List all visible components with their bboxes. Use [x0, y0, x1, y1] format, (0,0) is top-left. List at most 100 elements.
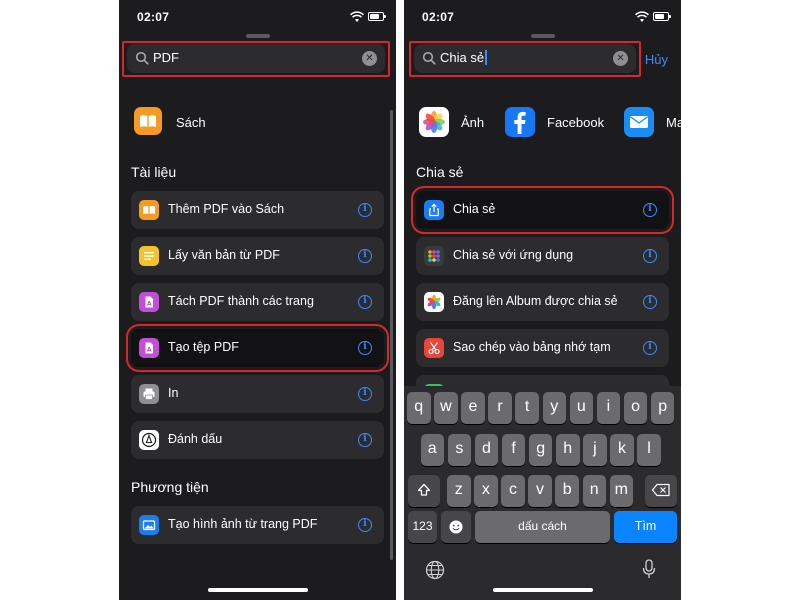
action-label: Tạo hình ảnh từ trang PDF: [168, 517, 318, 531]
key-g[interactable]: g: [528, 434, 553, 466]
key-t[interactable]: t: [515, 392, 539, 424]
key-f[interactable]: f: [501, 434, 526, 466]
key-o[interactable]: o: [623, 392, 648, 424]
key-p[interactable]: p: [650, 392, 675, 424]
key-y[interactable]: y: [542, 392, 566, 424]
search-input[interactable]: PDF ✕: [127, 44, 385, 73]
info-icon[interactable]: i: [358, 203, 372, 217]
key-w[interactable]: w: [434, 392, 458, 424]
key-d[interactable]: d: [474, 434, 499, 466]
action-label: Lấy văn bản từ PDF: [168, 248, 280, 262]
emoji-icon: [449, 520, 463, 534]
key-m[interactable]: m: [609, 475, 634, 507]
images-icon: [139, 515, 159, 535]
action-row-share-with-apps[interactable]: Chia sẻ với ứng dụng i: [416, 237, 669, 275]
clear-search-icon[interactable]: ✕: [613, 51, 628, 66]
sheet-grabber[interactable]: [245, 34, 270, 38]
info-icon[interactable]: i: [643, 249, 657, 263]
scissors-icon: [424, 338, 444, 358]
key-b[interactable]: b: [555, 475, 579, 507]
status-time: 02:07: [422, 10, 455, 24]
action-row-add-pdf-to-books[interactable]: Thêm PDF vào Sách i: [131, 191, 384, 229]
action-row-markup[interactable]: Đánh dấu i: [131, 421, 384, 459]
action-row-make-image-from-pdf[interactable]: Tạo hình ảnh từ trang PDF i: [131, 506, 384, 544]
info-icon[interactable]: i: [643, 341, 657, 355]
info-icon[interactable]: i: [358, 295, 372, 309]
action-label: Sao chép vào bảng nhớ tạm: [453, 340, 611, 354]
sheet-grabber[interactable]: [530, 34, 555, 38]
app-label-books[interactable]: Sách: [176, 115, 206, 130]
search-icon: [422, 51, 436, 65]
app-label-facebook[interactable]: Facebook: [547, 115, 604, 130]
info-icon[interactable]: i: [358, 249, 372, 263]
action-row-print[interactable]: In i: [131, 375, 384, 413]
shift-icon: [417, 483, 431, 496]
backspace-key[interactable]: [645, 475, 677, 507]
key-v[interactable]: v: [528, 475, 552, 507]
info-icon[interactable]: i: [358, 433, 372, 447]
action-row-split-pdf-pages[interactable]: A Tách PDF thành các trang i: [131, 283, 384, 321]
facebook-icon[interactable]: [505, 107, 535, 137]
action-row-get-text-from-pdf[interactable]: Lấy văn bản từ PDF i: [131, 237, 384, 275]
action-row-post-to-shared-album[interactable]: Đăng lên Album được chia sẻ i: [416, 283, 669, 321]
home-indicator[interactable]: [492, 588, 593, 592]
key-h[interactable]: h: [556, 434, 580, 466]
left-phone-screen: 02:07 PDF ✕ Sách Tài liệu Thêm PDF vào S…: [119, 0, 396, 600]
mail-icon[interactable]: [624, 107, 654, 137]
home-indicator[interactable]: [207, 588, 308, 592]
space-key[interactable]: dấu cách: [475, 511, 610, 543]
search-icon: [135, 51, 149, 65]
key-l[interactable]: l: [637, 434, 661, 466]
key-x[interactable]: x: [474, 475, 498, 507]
key-r[interactable]: r: [488, 392, 512, 424]
info-icon[interactable]: i: [358, 341, 372, 355]
globe-icon[interactable]: [425, 560, 445, 580]
info-icon[interactable]: i: [643, 203, 657, 217]
svg-text:A: A: [147, 301, 152, 308]
battery-icon: [368, 12, 386, 21]
emoji-key[interactable]: [441, 511, 471, 543]
info-icon[interactable]: i: [358, 518, 372, 532]
scrollbar[interactable]: [390, 110, 393, 560]
key-q[interactable]: q: [407, 392, 431, 424]
action-label: Chia sẻ: [453, 202, 496, 216]
key-z[interactable]: z: [447, 475, 471, 507]
pdf-file-icon: A: [139, 338, 159, 358]
share-icon: [424, 200, 444, 220]
microphone-icon[interactable]: [641, 558, 657, 580]
info-icon[interactable]: i: [643, 295, 657, 309]
app-label-mail[interactable]: Ma: [666, 115, 681, 130]
key-e[interactable]: e: [461, 392, 485, 424]
action-row-share[interactable]: Chia sẻ i: [411, 186, 674, 234]
backspace-icon: [651, 483, 670, 497]
key-c[interactable]: c: [501, 475, 525, 507]
info-icon[interactable]: i: [358, 387, 372, 401]
photos-icon[interactable]: [419, 107, 449, 137]
cancel-button[interactable]: Hủy: [645, 52, 668, 67]
key-k[interactable]: k: [610, 434, 634, 466]
status-time: 02:07: [137, 10, 170, 24]
action-label: Đăng lên Album được chia sẻ: [453, 294, 618, 308]
key-n[interactable]: n: [582, 475, 606, 507]
wifi-icon: [635, 11, 649, 22]
key-s[interactable]: s: [447, 434, 472, 466]
app-label-photos[interactable]: Ảnh: [461, 115, 484, 130]
key-j[interactable]: j: [583, 434, 607, 466]
pdf-file-icon: A: [139, 292, 159, 312]
action-row-make-pdf[interactable]: A Tạo tệp PDF i: [126, 324, 389, 372]
svg-text:A: A: [147, 347, 152, 354]
key-u[interactable]: u: [569, 392, 594, 424]
books-icon[interactable]: [134, 107, 162, 135]
action-row-copy-to-clipboard[interactable]: Sao chép vào bảng nhớ tạm i: [416, 329, 669, 367]
clear-search-icon[interactable]: ✕: [362, 51, 377, 66]
action-label: Đánh dấu: [168, 432, 223, 446]
status-bar: 02:07: [404, 10, 681, 26]
search-input[interactable]: Chia sẻ ✕: [414, 44, 636, 73]
section-title-media: Phương tiện: [131, 479, 209, 495]
key-a[interactable]: a: [420, 434, 444, 466]
action-label: Tách PDF thành các trang: [168, 294, 314, 308]
search-key[interactable]: Tìm: [614, 511, 677, 543]
key-i[interactable]: i: [596, 392, 621, 424]
numbers-key[interactable]: 123: [408, 511, 437, 543]
shift-key[interactable]: [408, 475, 440, 507]
